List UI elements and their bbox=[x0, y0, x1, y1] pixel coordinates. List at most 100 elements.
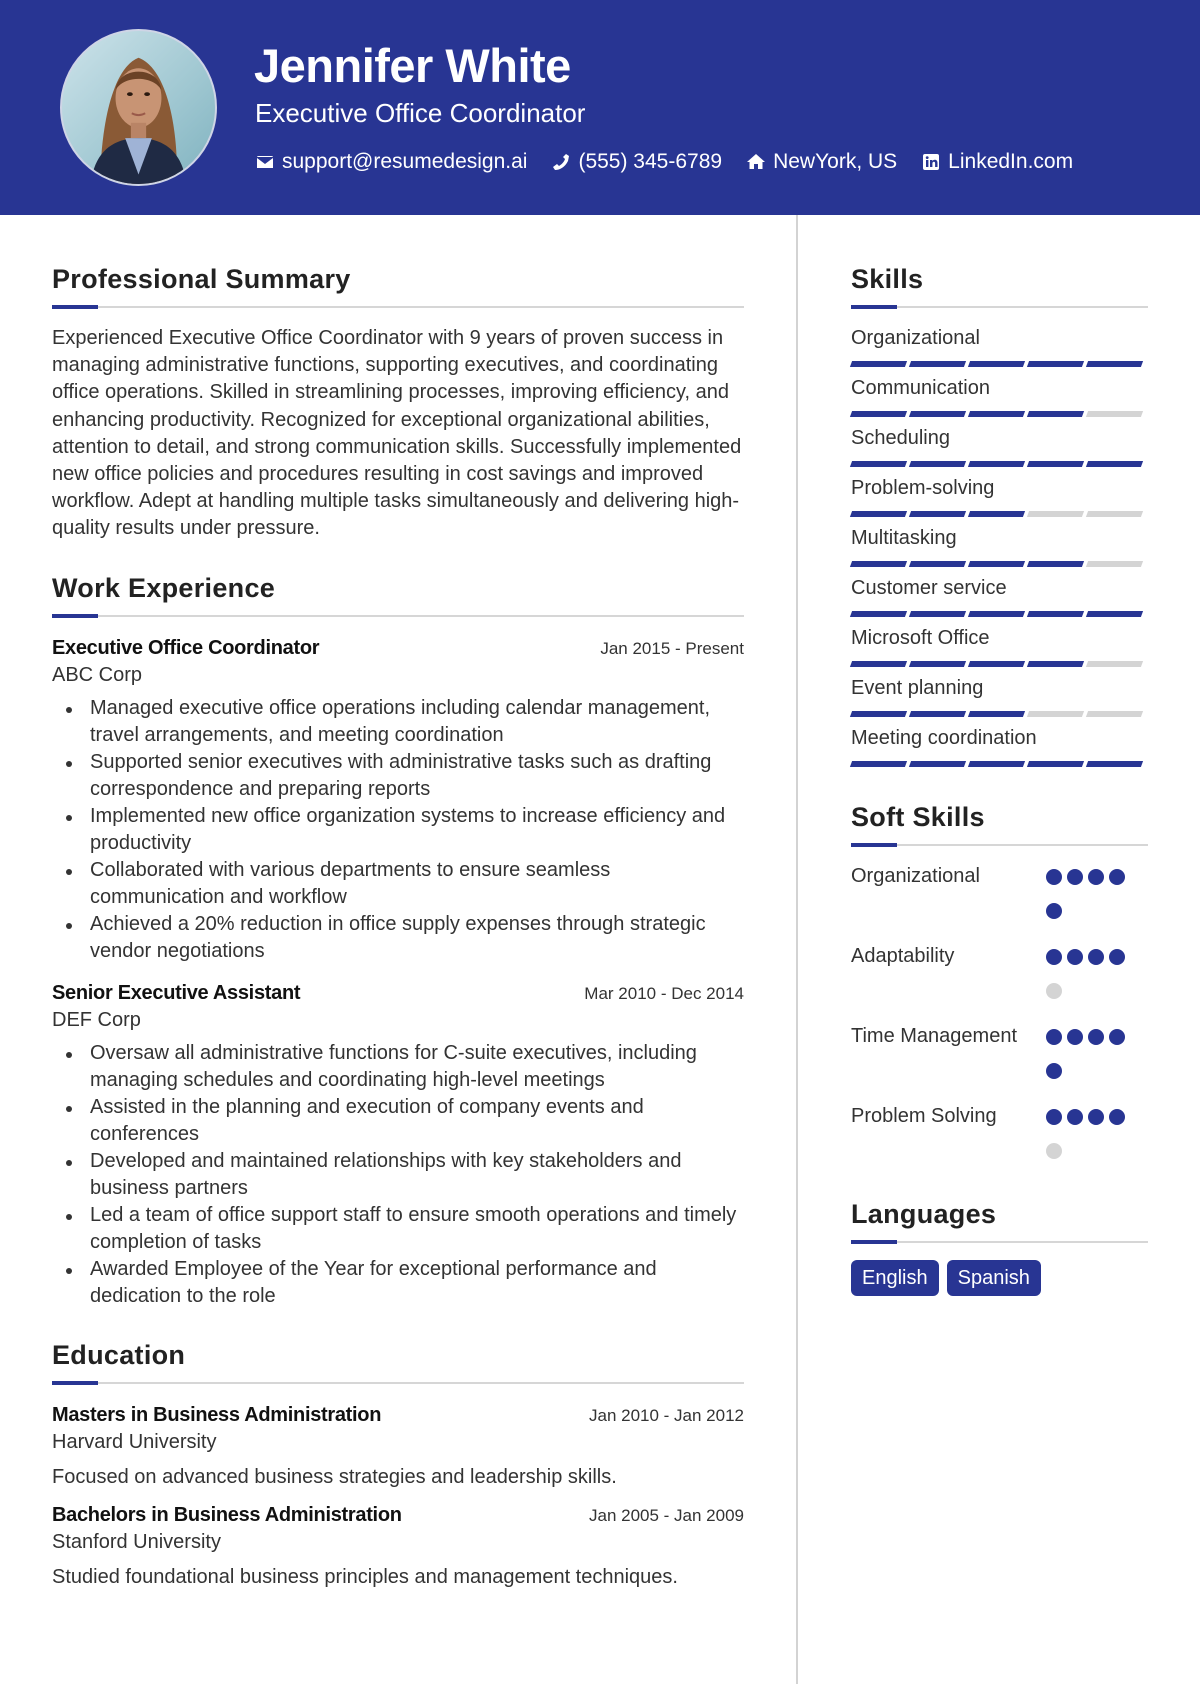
skill-segment-filled bbox=[967, 661, 1026, 667]
skill-item: Meeting coordination bbox=[849, 725, 1148, 768]
skills-list: Organizational Communication Scheduling Pro… bbox=[849, 325, 1148, 768]
school: Stanford University bbox=[52, 1530, 221, 1553]
phone-icon bbox=[553, 154, 570, 170]
person-portrait-icon bbox=[90, 57, 187, 184]
job-entry: Executive Office Coordinator Jan 2015 - P… bbox=[52, 634, 744, 965]
home-icon bbox=[747, 154, 766, 169]
skill-segment-filled bbox=[1026, 361, 1085, 367]
soft-skills-list: Organizational Adaptability Time Managemen… bbox=[851, 863, 1148, 1177]
school: Harvard University bbox=[52, 1430, 217, 1453]
soft-skill-rating bbox=[1046, 1023, 1130, 1097]
skill-segment-filled bbox=[849, 661, 908, 667]
job-bullet: Achieved a 20% reduction in office suppl… bbox=[66, 911, 744, 965]
rating-dot-empty bbox=[1046, 1143, 1062, 1159]
education-description: Studied foundational business principles… bbox=[52, 1565, 678, 1588]
skill-segment-filled bbox=[967, 361, 1026, 367]
section-rule bbox=[52, 305, 744, 309]
skill-label: Organizational bbox=[851, 327, 980, 349]
language-badge: English bbox=[851, 1260, 939, 1296]
skill-segment-empty bbox=[1085, 561, 1144, 567]
contact-email-text[interactable]: support@resumedesign.ai bbox=[282, 148, 527, 176]
education-list: Masters in Business Administration Jan 20… bbox=[52, 1401, 744, 1591]
skill-segment-filled bbox=[849, 561, 908, 567]
skill-label: Event planning bbox=[851, 677, 984, 699]
rating-dot-filled bbox=[1067, 1029, 1083, 1045]
rating-dot-filled bbox=[1088, 949, 1104, 965]
rating-dot-filled bbox=[1067, 869, 1083, 885]
skill-segment-filled bbox=[849, 361, 908, 367]
skill-level-bar bbox=[849, 761, 1148, 768]
skill-label: Communication bbox=[851, 377, 990, 399]
rating-dot-filled bbox=[1046, 949, 1062, 965]
contact-location: NewYork, US bbox=[746, 148, 897, 176]
soft-skill-label: Adaptability bbox=[851, 945, 955, 967]
contact-email[interactable]: support@resumedesign.ai bbox=[255, 148, 527, 176]
skill-level-bar bbox=[849, 461, 1148, 468]
skill-segment-filled bbox=[849, 411, 908, 417]
contact-phone[interactable]: (555) 345-6789 bbox=[551, 148, 722, 176]
contact-linkedin-text[interactable]: LinkedIn.com bbox=[948, 148, 1073, 176]
job-bullet: Developed and maintained relationships w… bbox=[66, 1148, 744, 1202]
main-column: Professional Summary Experienced Executi… bbox=[52, 262, 744, 1601]
section-rule bbox=[52, 1380, 744, 1385]
skill-segment-filled bbox=[1026, 461, 1085, 467]
skill-segment-filled bbox=[849, 461, 908, 467]
contact-phone-text[interactable]: (555) 345-6789 bbox=[578, 148, 722, 176]
job-bullet: Assisted in the planning and execution o… bbox=[66, 1094, 744, 1148]
languages-list: English Spanish bbox=[851, 1260, 1148, 1296]
job-entry: Senior Executive Assistant Mar 2010 - Dec… bbox=[52, 979, 744, 1310]
skill-segment-filled bbox=[908, 461, 967, 467]
skill-item: Multitasking bbox=[849, 525, 1148, 568]
summary-text: Experienced Executive Office Coordinator… bbox=[52, 327, 742, 540]
soft-skill-rating bbox=[1046, 863, 1130, 937]
job-bullet: Managed executive office operations incl… bbox=[66, 695, 744, 749]
skill-segment-filled bbox=[908, 761, 967, 767]
section-rule bbox=[52, 613, 744, 618]
skill-segment-filled bbox=[1026, 761, 1085, 767]
skill-level-bar bbox=[849, 361, 1148, 368]
skill-label: Scheduling bbox=[851, 427, 950, 449]
skill-level-bar bbox=[849, 711, 1148, 718]
skill-label: Microsoft Office bbox=[851, 627, 990, 649]
skill-segment-filled bbox=[849, 711, 908, 717]
rating-dot-filled bbox=[1109, 1029, 1125, 1045]
skill-item: Customer service bbox=[849, 575, 1148, 618]
skill-segment-filled bbox=[1026, 661, 1085, 667]
contact-linkedin[interactable]: LinkedIn.com bbox=[921, 148, 1073, 176]
skill-label: Problem-solving bbox=[851, 477, 995, 499]
rating-dot-filled bbox=[1109, 949, 1125, 965]
skill-label: Customer service bbox=[851, 577, 1007, 599]
job-dates: Mar 2010 - Dec 2014 bbox=[584, 983, 744, 1003]
skill-level-bar bbox=[849, 511, 1148, 518]
skill-item: Problem-solving bbox=[849, 475, 1148, 518]
section-rule bbox=[851, 843, 1148, 847]
languages-section: Languages English Spanish bbox=[851, 1197, 1148, 1296]
candidate-name: Jennifer White bbox=[254, 39, 571, 92]
rating-dot-filled bbox=[1088, 1109, 1104, 1125]
contact-location-text: NewYork, US bbox=[773, 150, 898, 173]
skills-section: Skills Organizational Communication Schedu… bbox=[849, 262, 1148, 768]
soft-skill-label: Organizational bbox=[851, 865, 980, 887]
rating-dot-filled bbox=[1046, 1029, 1062, 1045]
education-entry: Bachelors in Business Administration Jan … bbox=[52, 1501, 744, 1591]
job-company: DEF Corp bbox=[52, 1008, 141, 1031]
rating-dot-filled bbox=[1046, 869, 1062, 885]
rating-dot-filled bbox=[1109, 1109, 1125, 1125]
job-bullet: Supported senior executives with adminis… bbox=[66, 749, 744, 803]
section-heading: Work Experience bbox=[52, 572, 276, 603]
job-header: Executive Office Coordinator Jan 2015 - P… bbox=[52, 634, 744, 662]
linkedin-icon bbox=[923, 154, 940, 170]
soft-skill-rating bbox=[1046, 943, 1130, 1017]
section-heading: Soft Skills bbox=[851, 802, 985, 832]
job-title: Senior Executive Assistant bbox=[52, 981, 301, 1004]
section-rule bbox=[851, 1240, 1148, 1244]
job-bullet: Oversaw all administrative functions for… bbox=[66, 1040, 744, 1094]
education-header: Masters in Business Administration Jan 20… bbox=[52, 1401, 744, 1429]
skill-segment-filled bbox=[908, 361, 967, 367]
skill-segment-empty bbox=[1026, 711, 1085, 717]
skill-level-bar bbox=[849, 411, 1148, 418]
skill-segment-filled bbox=[908, 611, 967, 617]
skill-segment-filled bbox=[1085, 461, 1144, 467]
skill-label: Multitasking bbox=[851, 527, 957, 549]
rating-dot-filled bbox=[1109, 869, 1125, 885]
